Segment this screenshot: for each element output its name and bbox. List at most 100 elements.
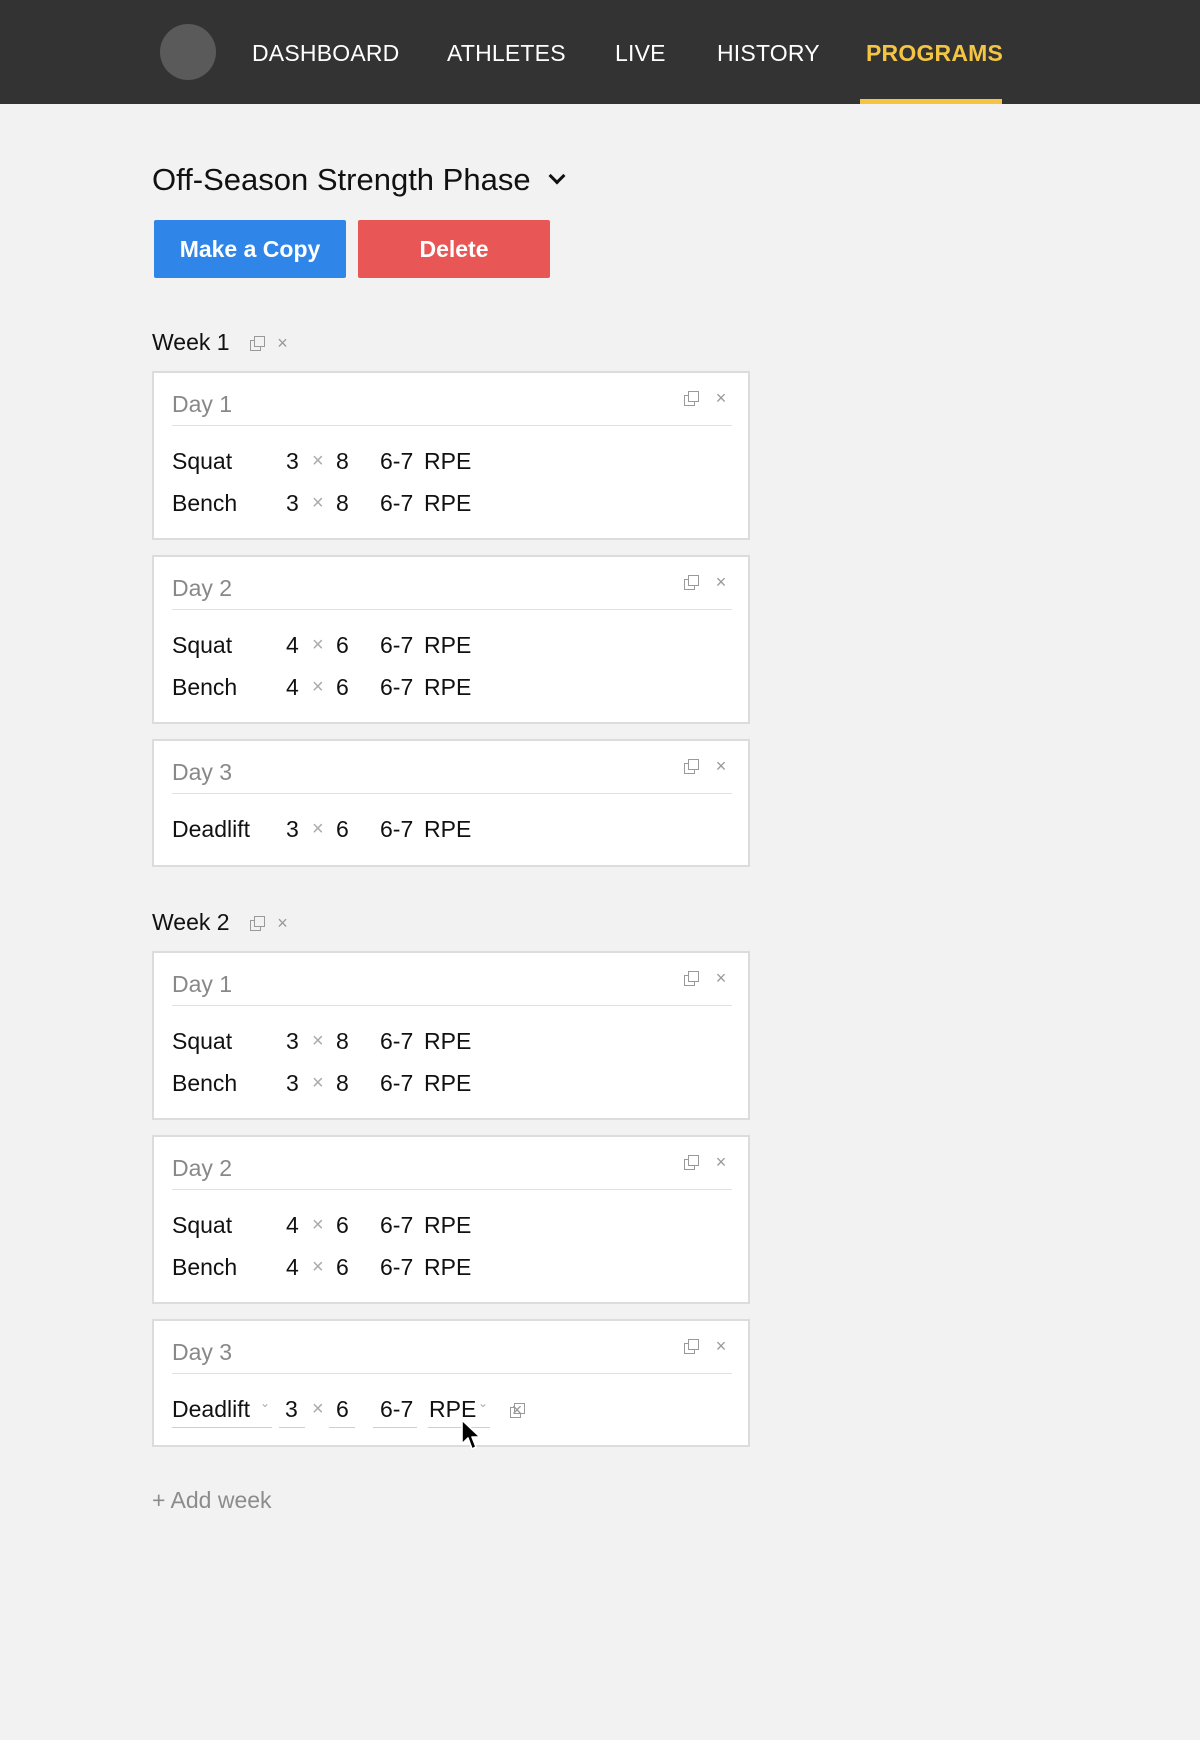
exercise-reps: 8: [336, 1070, 349, 1096]
exercise-intensity: 6-7: [380, 1028, 414, 1054]
chevron-down-icon: [548, 167, 566, 185]
times-symbol: ×: [312, 1214, 324, 1236]
nav-athletes[interactable]: ATHLETES: [447, 40, 566, 67]
copy-day-icon[interactable]: [684, 759, 699, 774]
copy-day-icon[interactable]: [684, 1155, 699, 1170]
active-tab-indicator: [860, 99, 1002, 104]
day-actions: ×: [684, 573, 728, 591]
close-icon[interactable]: ×: [714, 573, 728, 591]
week-header: Week 2 ×: [152, 909, 290, 936]
times-symbol: ×: [312, 450, 324, 472]
exercise-sets: 3: [286, 816, 299, 842]
exercise-name: Squat: [172, 632, 233, 658]
exercise-reps: 6: [336, 1212, 349, 1238]
program-selector[interactable]: Off-Season Strength Phase: [152, 162, 566, 198]
sets-input[interactable]: 3: [279, 1396, 305, 1428]
exercise-name: Bench: [172, 490, 238, 516]
close-icon[interactable]: ×: [510, 1401, 524, 1419]
day-label: Day 1: [172, 971, 233, 997]
exercise-unit: RPE: [424, 1028, 472, 1054]
exercise-unit: RPE: [424, 632, 472, 658]
times-symbol: ×: [312, 1072, 324, 1094]
delete-button[interactable]: Delete: [358, 220, 550, 278]
week-label: Week 1: [152, 329, 230, 355]
nav-dashboard[interactable]: DASHBOARD: [252, 40, 400, 67]
day-actions: ×: [684, 389, 728, 407]
exercise-unit: RPE: [424, 1254, 472, 1280]
chevron-down-icon: ⌄: [259, 1396, 270, 1410]
close-icon[interactable]: ×: [714, 1153, 728, 1171]
exercise-name: Squat: [172, 1028, 233, 1054]
main-nav: DASHBOARD ATHLETES LIVE HISTORY PROGRAMS: [0, 0, 1200, 104]
close-icon[interactable]: ×: [714, 757, 728, 775]
copy-day-icon[interactable]: [684, 1339, 699, 1354]
exercise-intensity: 6-7: [380, 816, 414, 842]
day-card: Day 3 × Deadlift 3 × 6 6-7 RPE: [152, 739, 750, 867]
exercise-sets: 4: [286, 632, 299, 658]
close-icon[interactable]: ×: [276, 334, 290, 352]
exercise-name: Squat: [172, 448, 233, 474]
close-icon[interactable]: ×: [714, 389, 728, 407]
day-card: Day 3 × Deadlift ⌄ 3 × 6 6-7 RPE ⌄ ×: [152, 1319, 750, 1447]
nav-history[interactable]: HISTORY: [717, 40, 820, 67]
close-icon[interactable]: ×: [714, 1337, 728, 1355]
times-symbol: ×: [312, 1030, 324, 1052]
divider: [172, 609, 732, 610]
exercise-select[interactable]: Deadlift ⌄: [172, 1396, 272, 1428]
exercise-name: Deadlift: [172, 1396, 250, 1422]
day-card: Day 1 × Squat 3 × 8 6-7 RPE Bench 3 × 8 …: [152, 951, 750, 1120]
exercise-intensity: 6-7: [380, 1254, 414, 1280]
exercise-reps: 6: [336, 632, 349, 658]
exercise-intensity: 6-7: [380, 490, 414, 516]
close-icon[interactable]: ×: [714, 969, 728, 987]
day-card: Day 2 × Squat 4 × 6 6-7 RPE Bench 4 × 6 …: [152, 1135, 750, 1304]
exercise-sets: 3: [286, 448, 299, 474]
day-label: Day 3: [172, 1339, 233, 1365]
reps-input[interactable]: 6: [329, 1396, 355, 1428]
copy-day-icon[interactable]: [684, 971, 699, 986]
intensity-input[interactable]: 6-7: [373, 1396, 417, 1428]
divider: [172, 793, 732, 794]
exercise-unit: RPE: [424, 674, 472, 700]
exercise-intensity: 6-7: [380, 448, 414, 474]
exercise-unit: RPE: [424, 1070, 472, 1096]
day-label: Day 3: [172, 759, 233, 785]
exercise-unit: RPE: [424, 448, 472, 474]
week-header: Week 1 ×: [152, 329, 290, 356]
nav-programs[interactable]: PROGRAMS: [866, 40, 1003, 67]
exercise-reps: 6: [336, 1396, 349, 1422]
exercise-reps: 8: [336, 448, 349, 474]
divider: [172, 1189, 732, 1190]
exercise-unit: RPE: [424, 1212, 472, 1238]
copy-week-icon[interactable]: [249, 335, 265, 351]
chevron-down-icon: ⌄: [477, 1396, 488, 1410]
exercise-name: Deadlift: [172, 816, 250, 842]
divider: [172, 1005, 732, 1006]
day-card: Day 2 × Squat 4 × 6 6-7 RPE Bench 4 × 6 …: [152, 555, 750, 724]
copy-day-icon[interactable]: [684, 391, 699, 406]
exercise-intensity: 6-7: [380, 674, 414, 700]
add-week-button[interactable]: + Add week: [152, 1487, 272, 1514]
day-card: Day 1 × Squat 3 × 8 6-7 RPE Bench 3 × 8 …: [152, 371, 750, 540]
copy-week-icon[interactable]: [249, 915, 265, 931]
divider: [172, 1373, 732, 1374]
exercise-sets: 3: [285, 1396, 298, 1422]
exercise-name: Squat: [172, 1212, 233, 1238]
close-icon[interactable]: ×: [276, 914, 290, 932]
exercise-unit: RPE: [424, 490, 472, 516]
exercise-reps: 6: [336, 674, 349, 700]
nav-live[interactable]: LIVE: [615, 40, 666, 67]
times-symbol: ×: [312, 634, 324, 656]
exercise-name: Bench: [172, 674, 238, 700]
day-actions: ×: [684, 1337, 728, 1355]
make-copy-button[interactable]: Make a Copy: [154, 220, 346, 278]
times-symbol: ×: [312, 492, 324, 514]
copy-day-icon[interactable]: [684, 575, 699, 590]
day-label: Day 2: [172, 1155, 233, 1181]
day-label: Day 2: [172, 575, 233, 601]
exercise-name: Bench: [172, 1070, 238, 1096]
exercise-intensity: 6-7: [380, 1212, 414, 1238]
mouse-pointer-icon: [461, 1419, 481, 1450]
exercise-sets: 3: [286, 1028, 299, 1054]
exercise-reps: 8: [336, 490, 349, 516]
